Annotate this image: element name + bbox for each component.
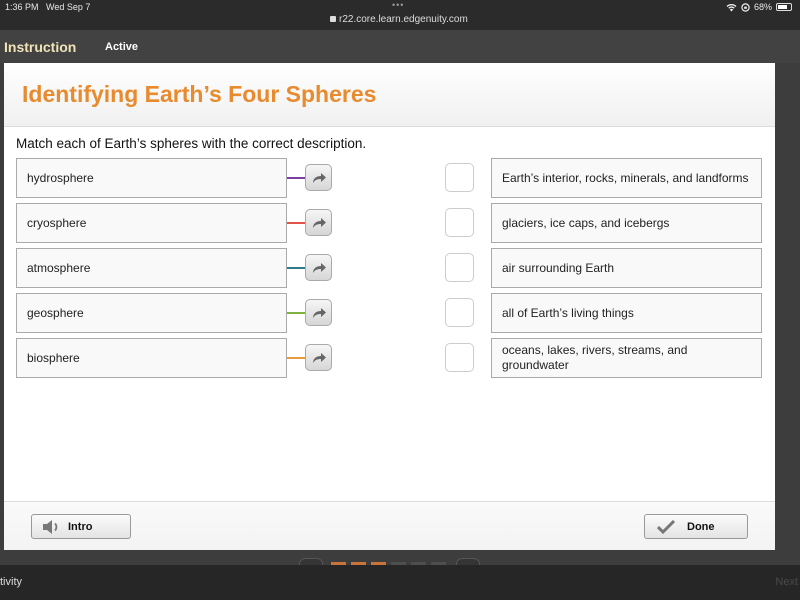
drop-target[interactable] — [445, 253, 474, 282]
activity-panel: Identifying Earth’s Four Spheres Match e… — [4, 63, 775, 550]
curved-arrow-icon — [312, 307, 326, 318]
match-arrow-button[interactable] — [305, 254, 332, 281]
description-option[interactable]: Earth’s interior, rocks, minerals, and l… — [491, 158, 762, 198]
term-hydrosphere[interactable]: hydrosphere — [16, 158, 287, 198]
drop-target[interactable] — [445, 298, 474, 327]
activity-title: Identifying Earth’s Four Spheres — [22, 81, 377, 107]
term-geosphere[interactable]: geosphere — [16, 293, 287, 333]
ios-status-bar: 1:36 PM Wed Sep 7 ••• r22.core.learn.edg… — [0, 0, 800, 30]
term-label: cryosphere — [27, 216, 87, 230]
match-arrow-button[interactable] — [305, 299, 332, 326]
connector-line — [287, 222, 305, 224]
match-arrow-button[interactable] — [305, 344, 332, 371]
status-time: 1:36 PM Wed Sep 7 — [5, 2, 90, 12]
curved-arrow-icon — [312, 352, 326, 363]
description-option[interactable]: glaciers, ice caps, and icebergs — [491, 203, 762, 243]
connector-line — [287, 177, 305, 179]
battery-percent: 68% — [753, 2, 772, 12]
url-text: r22.core.learn.edgenuity.com — [339, 14, 468, 25]
term-biosphere[interactable]: biosphere — [16, 338, 287, 378]
curved-arrow-icon — [312, 172, 326, 183]
done-label: Done — [687, 520, 715, 533]
done-button[interactable]: Done — [644, 514, 748, 539]
speaker-icon — [43, 519, 58, 534]
time-text: 1:36 PM — [5, 2, 39, 12]
term-cryosphere[interactable]: cryosphere — [16, 203, 287, 243]
intro-label: Intro — [68, 520, 93, 533]
curved-arrow-icon — [312, 217, 326, 228]
description-label: air surrounding Earth — [502, 260, 615, 275]
match-arrow-button[interactable] — [305, 209, 332, 236]
course-footer-bar: tivity Next — [0, 565, 800, 600]
term-atmosphere[interactable]: atmosphere — [16, 248, 287, 288]
activity-footer: Intro Done — [4, 501, 775, 550]
connector-line — [287, 312, 305, 314]
activity-nav-link[interactable]: tivity — [0, 576, 22, 588]
connector-line — [287, 267, 305, 269]
checkmark-icon — [657, 519, 675, 534]
description-label: Earth’s interior, rocks, minerals, and l… — [502, 170, 749, 185]
state-label: Active — [105, 41, 139, 53]
drop-target[interactable] — [445, 343, 474, 372]
section-label: Instruction — [4, 39, 77, 55]
date-text: Wed Sep 7 — [46, 2, 91, 12]
term-label: geosphere — [27, 306, 84, 320]
description-option[interactable]: air surrounding Earth — [491, 248, 762, 288]
drop-target[interactable] — [445, 208, 474, 237]
more-dots-icon[interactable]: ••• — [392, 0, 404, 10]
course-header: Instruction Active — [0, 30, 800, 63]
orientation-lock-icon — [741, 2, 750, 12]
intro-button[interactable]: Intro — [31, 514, 131, 539]
term-label: hydrosphere — [27, 171, 94, 185]
instructions-text: Match each of Earth’s spheres with the c… — [16, 136, 367, 151]
address-bar[interactable]: r22.core.learn.edgenuity.com — [330, 14, 468, 25]
match-arrow-button[interactable] — [305, 164, 332, 191]
connector-line — [287, 357, 305, 359]
status-indicators: 68% — [726, 2, 792, 12]
battery-icon — [776, 3, 792, 11]
wifi-icon — [726, 3, 737, 11]
next-activity-link[interactable]: Next — [775, 576, 798, 588]
lock-icon — [330, 16, 336, 22]
description-label: glaciers, ice caps, and icebergs — [502, 215, 670, 230]
term-label: biosphere — [27, 351, 80, 365]
battery-fill — [778, 5, 787, 9]
curved-arrow-icon — [312, 262, 326, 273]
description-label: all of Earth’s living things — [502, 305, 634, 320]
description-label: oceans, lakes, rivers, streams, and grou… — [502, 343, 688, 372]
title-band: Identifying Earth’s Four Spheres — [4, 63, 775, 127]
term-label: atmosphere — [27, 261, 91, 275]
drop-target[interactable] — [445, 163, 474, 192]
description-option[interactable]: all of Earth’s living things — [491, 293, 762, 333]
description-option[interactable]: oceans, lakes, rivers, streams, and grou… — [491, 338, 762, 378]
